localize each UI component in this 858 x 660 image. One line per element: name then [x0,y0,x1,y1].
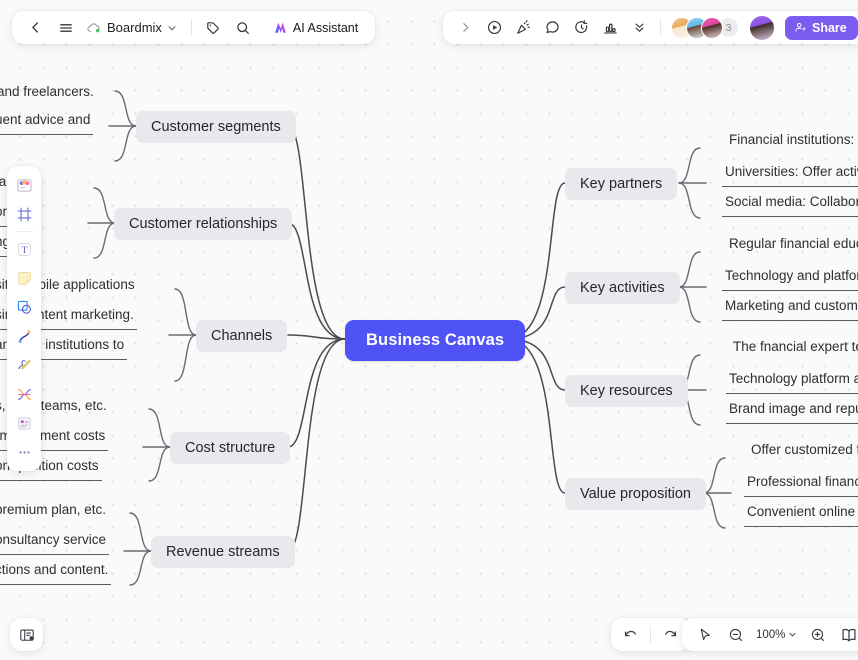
zoom-out-button[interactable] [722,622,749,648]
mindmap-leaf[interactable]: premium plan, etc. [0,500,109,526]
document-title: Boardmix [107,20,162,35]
share-button[interactable]: Share [785,15,858,40]
svg-text:T: T [21,246,27,256]
share-label: Share [812,20,847,35]
mindmap-branch-revenue-streams[interactable]: Revenue streams [151,536,295,568]
boardmix-app-window: Business Canvas Key partners Key activit… [0,0,858,660]
mindmap-branch-customer-relationships[interactable]: Customer relationships [114,208,293,240]
mindmap-branch-key-activities[interactable]: Key activities [565,272,680,304]
curve-line-icon[interactable] [10,323,38,349]
panel-layout-icon [19,629,34,641]
left-tool-palette: T [7,166,41,471]
ai-sparkle-icon [275,22,286,33]
redo-button[interactable] [657,622,684,648]
document-title-chip[interactable]: Boardmix [82,17,183,38]
toolbar-divider [650,626,651,643]
mindmap-branch-key-partners[interactable]: Key partners [565,168,678,200]
mindmap-branch-channels[interactable]: Channels [196,320,288,352]
mindmap-leaf[interactable]: Technology platform an [726,369,858,394]
mindmap-leaf[interactable]: Marketing and customer [722,296,858,321]
mindmap-leaf[interactable]: onsultancy service [0,530,110,555]
mindmap-leaf[interactable]: Universities: Offer activiti [722,162,858,187]
more-actions-button[interactable] [626,15,653,41]
celebrate-button[interactable] [510,15,537,41]
mindmap-leaf[interactable]: and freelancers. [0,82,97,108]
zoom-level-dropdown[interactable]: 100% [753,626,800,644]
text-icon[interactable]: T [10,236,38,262]
mindmap-root-node[interactable]: Business Canvas [345,320,526,361]
undo-redo-toolbar [611,618,690,651]
more-tools-icon[interactable] [10,439,38,465]
toolbar-divider [660,19,661,36]
template-icon[interactable] [10,172,38,198]
main-menu-button[interactable] [52,15,79,41]
shape-icon[interactable] [10,294,38,320]
pen-draw-icon[interactable] [10,352,38,378]
undo-button[interactable] [617,622,644,648]
current-user-avatar[interactable] [750,15,774,40]
mindmap-canvas[interactable]: Business Canvas Key partners Key activit… [0,0,858,660]
connector-icon[interactable] [10,381,38,407]
mindmap-branch-value-proposition[interactable]: Value proposition [565,478,706,510]
zoom-level-value: 100% [756,628,786,641]
mindmap-leaf[interactable]: Social media: Collaborate [722,192,858,217]
mindmap-leaf[interactable]: The fnancial expert tea [730,337,858,363]
vote-chart-button[interactable] [597,15,624,41]
mindmap-branch-cost-structure[interactable]: Cost structure [170,432,291,464]
comment-button[interactable] [539,15,566,41]
mindmap-leaf[interactable]: Financial institutions: Co [726,130,858,156]
frame-icon[interactable] [10,201,38,227]
collaborator-avatars[interactable]: 3 [671,16,739,39]
card-icon[interactable] [10,410,38,436]
cloud-saved-icon [86,21,102,35]
ai-assistant-button[interactable]: AI Assistant [266,17,365,38]
zoom-in-button[interactable] [804,622,831,648]
expand-toolbar-button[interactable] [452,15,479,41]
mindmap-leaf[interactable]: ctions and content. [0,560,112,585]
share-person-icon [795,22,806,32]
sticky-note-icon[interactable] [10,265,38,291]
mindmap-branch-key-resources[interactable]: Key resources [565,375,688,407]
chevron-down-icon [168,25,176,30]
ai-assistant-label: AI Assistant [292,20,359,35]
toolbar-divider [190,19,192,36]
mindmap-leaf[interactable]: Offer customized fi [748,440,858,466]
chevron-down-icon [789,632,797,637]
tag-button[interactable] [200,15,227,41]
mindmap-leaf[interactable]: Regular financial educat [726,234,858,260]
mindmap-leaf[interactable]: uent advice and [0,110,94,135]
back-button[interactable] [22,15,49,41]
palette-divider [15,231,33,232]
zoom-toolbar: 100% [682,618,858,651]
search-button[interactable] [230,15,257,41]
top-left-toolbar: Boardmix AI Assistant [12,11,376,44]
mindmap-leaf[interactable]: Professional financ [744,472,858,497]
mindmap-leaf[interactable]: Convenient online [744,502,858,527]
mindmap-leaf[interactable]: Brand image and reputa [726,399,858,424]
present-button[interactable] [481,15,508,41]
timer-button[interactable] [568,15,595,41]
avatar[interactable] [701,16,723,39]
mindmap-branch-customer-segments[interactable]: Customer segments [136,111,296,143]
presentation-mode-button[interactable] [835,622,858,648]
bottom-left-panel-toggle[interactable] [10,618,43,651]
pointer-tool-button[interactable] [691,622,718,648]
top-right-toolbar: 3 Share [443,11,858,44]
mindmap-leaf[interactable]: Technology and platform [722,266,858,291]
